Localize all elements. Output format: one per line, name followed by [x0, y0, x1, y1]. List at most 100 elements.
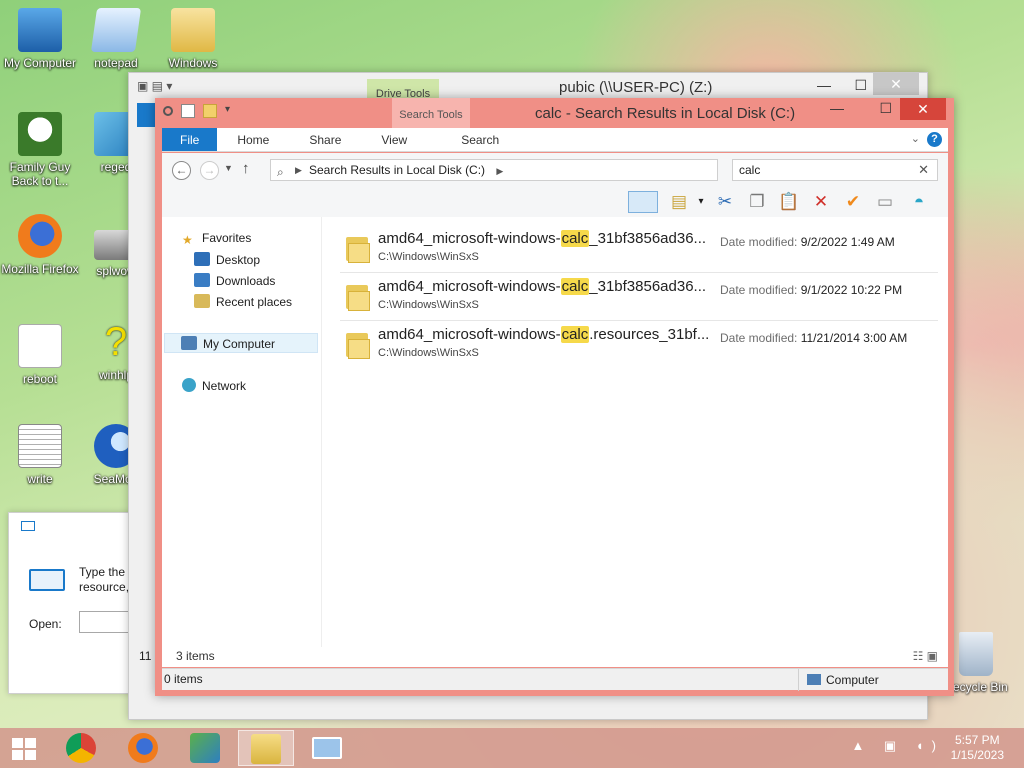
tab-file[interactable]: File: [162, 128, 218, 151]
desktop-icon: [194, 252, 210, 266]
back-status-fragment: 11: [139, 649, 152, 663]
taskbar: ▲ ▣ ◖) 5:57 PM 1/15/2023: [0, 728, 1024, 768]
item-count: 3 items: [176, 649, 215, 663]
computer-icon: [807, 674, 821, 685]
file-path: C:\Windows\WinSxS: [378, 347, 479, 359]
search-tools-tab[interactable]: Search Tools: [392, 98, 470, 128]
desktop-icon-notepad[interactable]: notepad: [76, 8, 156, 70]
date-modified: Date modified: 11/21/2014 3:00 AM: [720, 331, 908, 345]
back-window-title: pubic (\\USER-PC) (Z:): [559, 79, 713, 96]
folder-icon: [344, 233, 372, 263]
clock[interactable]: 5:57 PM 1/15/2023: [951, 733, 1004, 763]
list-item[interactable]: amd64_microsoft-windows-calc_31bf3856ad3…: [340, 227, 938, 273]
minimize-button[interactable]: —: [830, 100, 844, 116]
run-dialog-text: Type the resource,: [79, 565, 129, 594]
tab-share[interactable]: Share: [289, 128, 361, 151]
selected-count: 0 items: [164, 672, 203, 686]
taskbar-firefox[interactable]: [116, 730, 172, 766]
select-icon[interactable]: ▤: [668, 191, 690, 213]
desktop-icon-reboot[interactable]: reboot: [0, 324, 80, 386]
file-path: C:\Windows\WinSxS: [378, 251, 479, 263]
folder-icon: [171, 8, 215, 52]
taskbar-chrome[interactable]: [54, 730, 110, 766]
write-icon: [18, 424, 62, 468]
desktop-icon-family-guy[interactable]: Family Guy Back to t...: [0, 112, 80, 188]
firefox-icon: [128, 733, 158, 763]
clock-date: 1/15/2023: [950, 748, 1004, 762]
close-button[interactable]: ✕: [900, 98, 946, 120]
nav-favorites[interactable]: ★ Favorites: [182, 231, 251, 247]
run-open-label: Open:: [29, 617, 62, 631]
up-arrow-icon[interactable]: ↑: [242, 160, 250, 177]
file-path: C:\Windows\WinSxS: [378, 299, 479, 311]
desktop-icon-my-computer[interactable]: My Computer: [0, 8, 80, 70]
delete-icon[interactable]: ✕: [810, 191, 832, 213]
run-dialog-title-icon: [21, 521, 35, 531]
magnifier-icon: [163, 106, 173, 116]
file-name: amd64_microsoft-windows-calc_31bf3856ad3…: [378, 230, 707, 247]
taskbar-run[interactable]: [300, 730, 356, 766]
back-maximize-button[interactable]: ☐: [854, 77, 867, 94]
nav-network[interactable]: Network: [182, 378, 246, 393]
maximize-button[interactable]: ☐: [879, 100, 892, 117]
clock-time: 5:57 PM: [954, 733, 1000, 747]
copy-icon[interactable]: ❐: [746, 191, 768, 213]
nav-my-computer[interactable]: My Computer: [164, 333, 318, 353]
date-modified: Date modified: 9/2/2022 1:49 AM: [720, 235, 895, 249]
list-item[interactable]: amd64_microsoft-windows-calc.resources_3…: [340, 323, 938, 369]
desktop-icon-windows[interactable]: Windows: [153, 8, 233, 70]
shell-icon[interactable]: ◓: [908, 191, 930, 213]
back-minimize-button[interactable]: —: [817, 77, 831, 93]
address-bar[interactable]: ⌕ ▶ Search Results in Local Disk (C:) ▶ …: [270, 159, 823, 181]
tab-search[interactable]: Search: [427, 128, 533, 151]
chevron-down-icon[interactable]: ▾: [690, 191, 712, 213]
properties-icon[interactable]: [181, 104, 195, 118]
new-folder-icon[interactable]: [203, 104, 217, 118]
navigation-pane: ★ Favorites Desktop Downloads Recent plac…: [162, 217, 322, 647]
rename-check-icon[interactable]: ✔: [842, 191, 864, 213]
tab-home[interactable]: Home: [217, 128, 289, 151]
forward-arrow-icon[interactable]: →: [200, 161, 219, 180]
windows-logo-icon: [12, 738, 36, 760]
preview-pane-icon[interactable]: [628, 191, 658, 213]
help-icon[interactable]: ?: [927, 132, 942, 147]
taskbar-file-explorer[interactable]: [238, 730, 294, 766]
start-button[interactable]: [0, 730, 48, 766]
back-arrow-icon[interactable]: ←: [172, 161, 191, 180]
recent-locations-chevron-icon[interactable]: ▼: [224, 163, 233, 173]
nav-downloads[interactable]: Downloads: [194, 273, 275, 288]
file-name: amd64_microsoft-windows-calc.resources_3…: [378, 326, 710, 343]
clear-search-icon[interactable]: ✕: [918, 160, 929, 180]
search-input-value: calc: [739, 163, 761, 177]
folder-icon: [344, 329, 372, 359]
nav-desktop[interactable]: Desktop: [194, 252, 260, 267]
taskbar-users-app[interactable]: [178, 730, 234, 766]
command-toolbar: ▤ ▾ ✂ ❐ 📋 ✕ ✔ ▭ ◓: [162, 187, 948, 217]
system-tray-icons[interactable]: ▲ ▣ ◖): [851, 738, 944, 754]
desktop-icon-firefox[interactable]: Mozilla Firefox: [0, 214, 80, 276]
nav-recent-places[interactable]: Recent places: [194, 294, 292, 309]
back-close-button[interactable]: ✕: [873, 73, 919, 95]
view-toggle-icons[interactable]: ☷ ▣: [913, 649, 938, 663]
breadcrumb-chevron-icon[interactable]: ▶: [496, 166, 503, 176]
desktop-icon-write[interactable]: write: [0, 424, 80, 486]
list-item[interactable]: amd64_microsoft-windows-calc_31bf3856ad3…: [340, 275, 938, 321]
properties-icon[interactable]: ▭: [874, 191, 896, 213]
firefox-icon: [18, 214, 62, 258]
breadcrumb-search-results[interactable]: Search Results in Local Disk (C:): [309, 163, 485, 177]
tab-view[interactable]: View: [361, 128, 427, 151]
chevron-down-icon[interactable]: ▾: [225, 104, 235, 118]
ribbon-tabs: File Home Share View Search ⌄ ?: [162, 128, 948, 152]
cut-icon[interactable]: ✂: [714, 191, 736, 213]
network-icon: [182, 378, 196, 392]
paste-icon[interactable]: 📋: [778, 191, 800, 213]
search-input[interactable]: calc ✕: [732, 159, 938, 181]
search-results-window[interactable]: ▾ Search Tools calc - Search Results in …: [155, 98, 954, 696]
computer-icon: [18, 8, 62, 52]
run-open-input[interactable]: [79, 611, 133, 633]
ribbon-expand-icon[interactable]: ⌄: [911, 132, 920, 145]
file-explorer-icon: [251, 734, 281, 764]
breadcrumb-chevron-icon[interactable]: ▶: [295, 160, 302, 180]
run-icon: [312, 737, 342, 759]
recycle-bin-icon: [959, 632, 993, 676]
